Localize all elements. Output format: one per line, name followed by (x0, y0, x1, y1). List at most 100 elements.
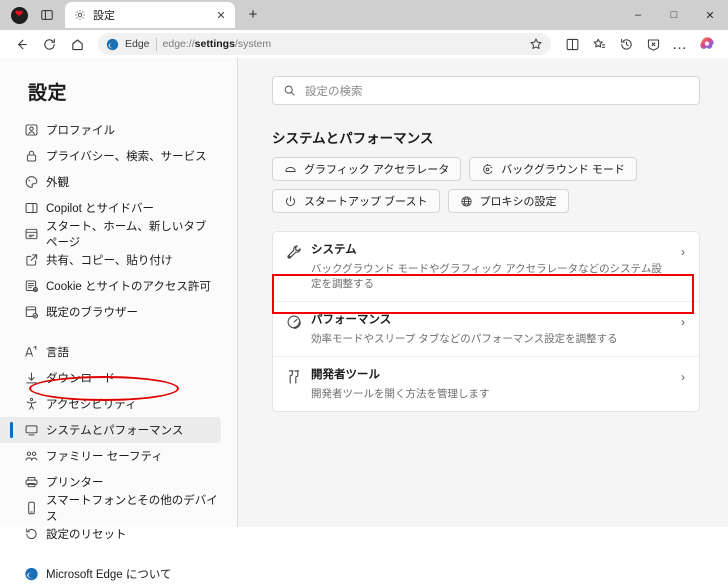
sidebar-group-gap (0, 325, 237, 339)
settings-row-description: バックグラウンド モードやグラフィック アクセラレータなどのシステム設定を調整す… (311, 263, 662, 290)
default-browser-icon (24, 305, 39, 320)
collections-icon[interactable] (586, 32, 612, 56)
new-tab-button[interactable]: + (241, 2, 265, 26)
sidebar-item-edge[interactable]: Microsoft Edge について (0, 561, 221, 587)
sidebar-item-language[interactable]: 言語 (0, 339, 221, 365)
phone-icon (24, 501, 39, 516)
omnibox-url[interactable]: edge://settings/system (163, 38, 519, 50)
browser-essentials-icon[interactable] (640, 32, 666, 56)
settings-row-devtools[interactable]: 開発者ツール 開発者ツールを開く方法を管理します › (273, 356, 699, 411)
settings-content: 設定の検索 システムとパフォーマンス グラフィック アクセラレータ バックグラウン… (238, 58, 728, 527)
tab-list-icon[interactable] (34, 2, 60, 28)
sidebar-item-label: スタート、ホーム、新しいタブ ページ (46, 221, 207, 249)
sidebar-nav: プロファイルプライバシー、検索、サービス外観 Copilot とサイドバースタート… (0, 117, 237, 587)
refresh-icon[interactable] (36, 32, 62, 56)
sidebar-item-system[interactable]: システムとパフォーマンス (0, 417, 221, 443)
sidebar-item-default-browser[interactable]: 既定のブラウザー (0, 299, 221, 325)
family-icon (24, 449, 39, 464)
system-icon (24, 423, 39, 438)
edge-icon (24, 567, 39, 582)
newtab-icon (24, 227, 39, 242)
graphics-accelerator-icon (284, 163, 297, 176)
sidebar-item-label: スマートフォンとその他のデバイス (46, 495, 218, 523)
settings-row-title: 開発者ツール (311, 369, 380, 381)
copilot-icon[interactable] (694, 32, 720, 56)
sidebar-item-download[interactable]: ダウンロード (0, 365, 221, 391)
sidebar-item-label: Copilot とサイドバー (46, 203, 154, 215)
settings-page: 設定 プロファイル プライバシー、検索、サービス 外観 Copilot とサイドバース… (0, 58, 728, 581)
sidebar-item-cookies[interactable]: Cookie とサイトのアクセス許可 (0, 273, 221, 299)
settings-row-wrench[interactable]: システムバックグラウンド モードやグラフィック アクセラレータなどのシステム設定… (273, 232, 699, 301)
sidebar-item-newtab[interactable]: スタート、ホーム、新しいタブ ページ (0, 221, 221, 249)
sidebar-item-label: 共有、コピー、貼り付け (46, 255, 173, 267)
chevron-right-icon[interactable]: › (681, 371, 685, 383)
wrench-icon (286, 244, 302, 260)
heart-avatar-icon[interactable]: ❤ (6, 2, 32, 28)
startup-boost-icon (284, 195, 297, 208)
chip-startup-boost[interactable]: スタートアップ ブースト (272, 189, 440, 213)
settings-row-performance[interactable]: パフォーマンス 効率モードやスリープ タブなどのパフォーマンス設定を調整する › (273, 301, 699, 356)
quick-link-chips: グラフィック アクセラレータ バックグラウンド モードスタートアップ ブースト プロ… (272, 157, 700, 213)
sidebar-item-lock[interactable]: プライバシー、検索、サービス (0, 143, 221, 169)
performance-icon (286, 314, 302, 330)
browser-window: ❤ 設定 ✕ + – □ ✕ Edge edge://settings/syst… (0, 0, 728, 581)
profile-icon (24, 123, 39, 138)
sidebar-item-accessibility[interactable]: アクセシビリティ (0, 391, 221, 417)
proxy-icon (460, 195, 473, 208)
download-icon (24, 371, 39, 386)
appearance-icon (24, 175, 39, 190)
edge-logo-icon (106, 38, 119, 51)
minimize-button[interactable]: – (620, 0, 656, 30)
window-controls: – □ ✕ (620, 0, 728, 30)
sidebar-item-label: Microsoft Edge について (46, 569, 172, 581)
sidebar-item-label: ダウンロード (46, 373, 115, 385)
language-icon (24, 345, 39, 360)
reset-icon (24, 527, 39, 542)
sidebar-item-label: 外観 (46, 177, 69, 189)
chip-label: スタートアップ ブースト (304, 196, 428, 208)
chip-graphics-accelerator[interactable]: グラフィック アクセラレータ (272, 157, 462, 181)
star-icon[interactable] (525, 34, 547, 54)
sidebar-item-label: 言語 (46, 347, 69, 359)
address-bar[interactable]: Edge edge://settings/system (98, 33, 551, 55)
title-bar: ❤ 設定 ✕ + – □ ✕ (0, 0, 728, 30)
gear-icon (74, 9, 86, 21)
settings-row-title: システム (311, 244, 357, 256)
toolbar-actions: … (559, 32, 720, 56)
chevron-right-icon[interactable]: › (681, 316, 685, 328)
chip-label: プロキシの設定 (479, 196, 557, 208)
lock-icon (24, 149, 39, 164)
settings-row-description: 効率モードやスリープ タブなどのパフォーマンス設定を調整する (311, 333, 618, 345)
tab-close-icon[interactable]: ✕ (213, 7, 229, 23)
sidebar-item-label: Cookie とサイトのアクセス許可 (46, 281, 211, 293)
back-icon[interactable] (8, 32, 34, 56)
home-icon[interactable] (64, 32, 90, 56)
chevron-right-icon[interactable]: › (681, 246, 685, 258)
tab-title: 設定 (93, 10, 115, 22)
close-button[interactable]: ✕ (692, 0, 728, 30)
maximize-button[interactable]: □ (656, 0, 692, 30)
sidebar-item-phone[interactable]: スマートフォンとその他のデバイス (0, 495, 221, 523)
sidebar-item-profile[interactable]: プロファイル (0, 117, 221, 143)
sidebar-item-reset[interactable]: 設定のリセット (0, 521, 221, 547)
page-title: 設定 (28, 83, 68, 104)
search-placeholder: 設定の検索 (305, 85, 363, 98)
chip-label: グラフィック アクセラレータ (304, 164, 450, 176)
search-input[interactable]: 設定の検索 (272, 76, 700, 105)
sidebar-item-label: 既定のブラウザー (46, 307, 138, 319)
devtools-icon (286, 369, 302, 385)
sidebar-item-appearance[interactable]: 外観 (0, 169, 221, 195)
tab-settings[interactable]: 設定 ✕ (65, 2, 235, 28)
printer-icon (24, 475, 39, 490)
tabstrip-left: ❤ 設定 ✕ + (0, 0, 265, 30)
sidebar-item-label: プロファイル (46, 125, 115, 137)
sidebar-item-label: プリンター (46, 477, 104, 489)
history-icon[interactable] (613, 32, 639, 56)
sidebar-item-family[interactable]: ファミリー セーフティ (0, 443, 221, 469)
sidebar-item-share[interactable]: 共有、コピー、貼り付け (0, 247, 221, 273)
settings-card-list: システムバックグラウンド モードやグラフィック アクセラレータなどのシステム設定… (272, 231, 700, 412)
settings-and-more-icon[interactable]: … (667, 32, 693, 56)
chip-background-mode[interactable]: バックグラウンド モード (469, 157, 637, 181)
chip-proxy[interactable]: プロキシの設定 (447, 189, 569, 213)
split-screen-icon[interactable] (559, 32, 585, 56)
